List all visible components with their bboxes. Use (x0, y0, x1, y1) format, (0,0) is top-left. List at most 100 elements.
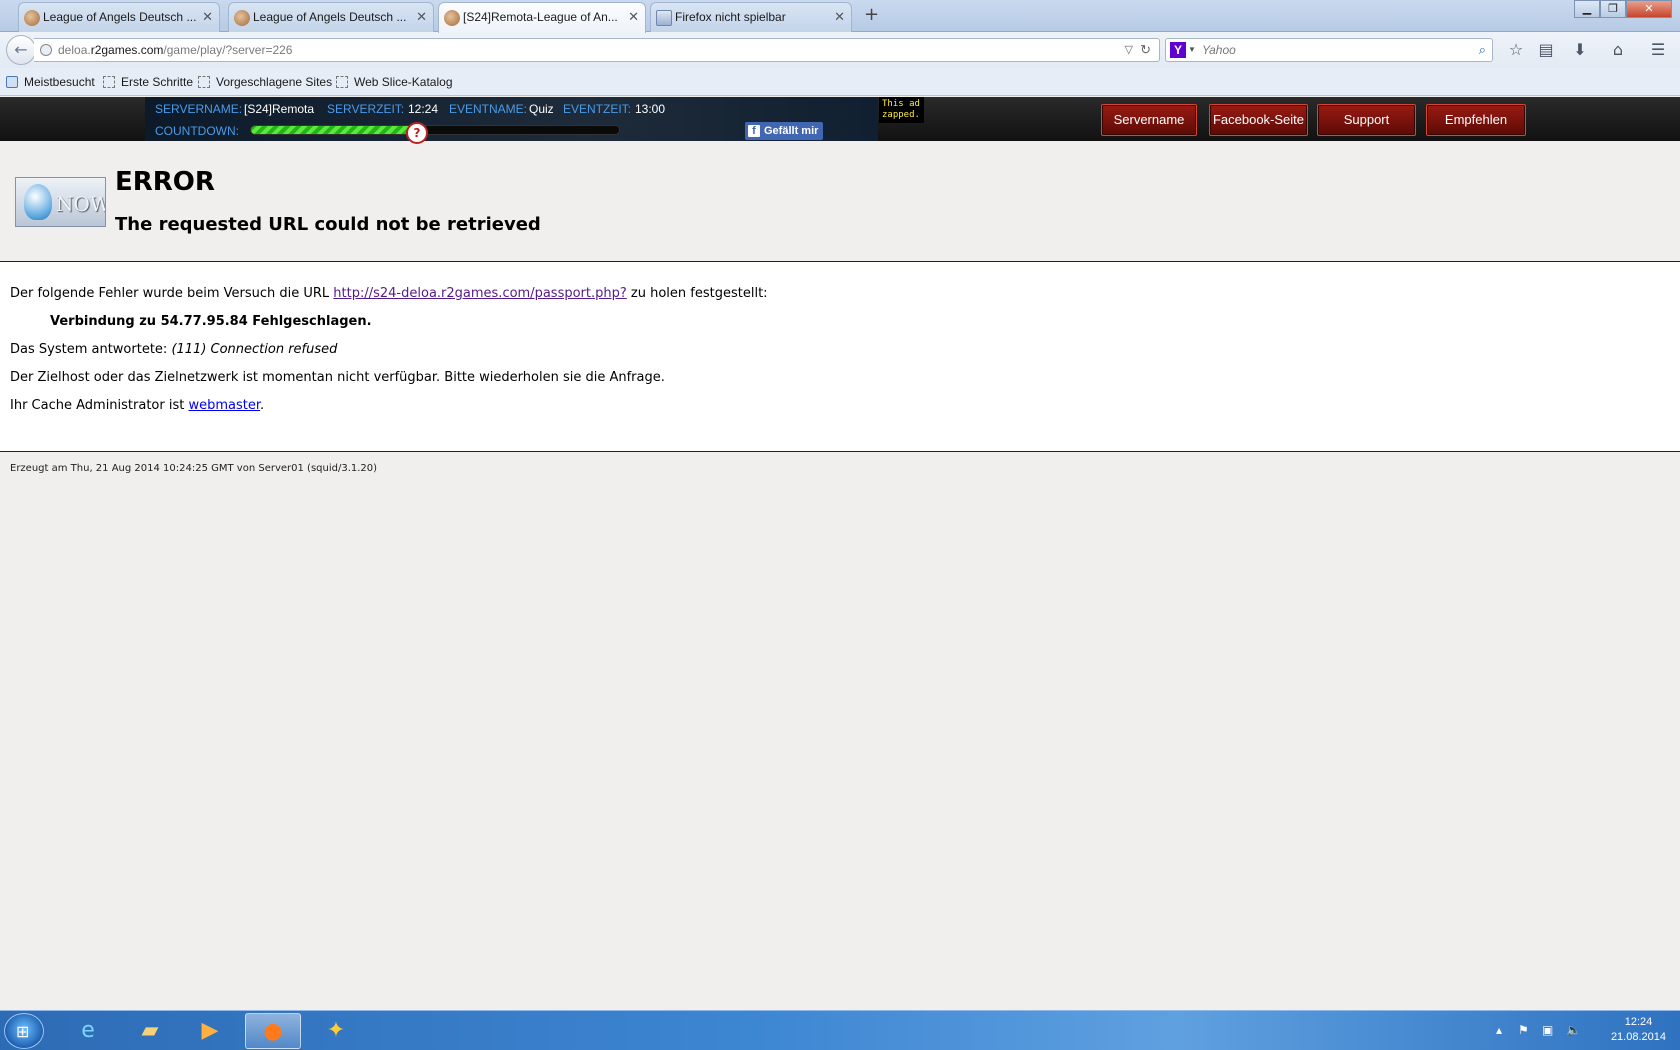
system-response-line: Das System antwortete: (111) Connection … (10, 342, 337, 357)
tab-strip: League of Angels Deutsch ... ✕ League of… (0, 0, 1680, 33)
connection-failed-message: Verbindung zu 54.77.95.84 Fehlgeschlagen… (50, 314, 372, 329)
servername-label: SERVERNAME: (155, 102, 243, 116)
system-response-prefix: Das System antwortete: (10, 342, 172, 357)
url-prefix: deloa. (58, 43, 91, 57)
search-engine-dropdown-icon[interactable]: ▼ (1188, 39, 1196, 61)
bookmark-meistbesucht[interactable]: Meistbesucht (6, 75, 95, 89)
cache-admin-prefix: Ihr Cache Administrator ist (10, 398, 189, 413)
countdown-marker-icon: ? (406, 122, 428, 144)
close-tab-icon[interactable]: ✕ (834, 3, 845, 31)
firefox-icon[interactable]: ● (245, 1013, 301, 1049)
countdown-progress-bar (250, 125, 620, 135)
site-identity-icon[interactable] (40, 44, 52, 56)
facebook-icon: f (748, 125, 760, 137)
url-dropdown-icon[interactable]: ▽ (1125, 39, 1133, 61)
countdown-progress-fill (251, 126, 413, 134)
squid-logo-now-text: NOW (56, 192, 106, 216)
windows-logo-icon: ⊞ (16, 1022, 30, 1041)
bookmark-label: Meistbesucht (24, 75, 95, 89)
bookmark-page-icon (336, 76, 348, 88)
tab-label: Firefox nicht spielbar (675, 10, 786, 24)
squid-icon (24, 184, 52, 220)
start-button[interactable]: ⊞ (4, 1013, 44, 1049)
bookmark-erste-schritte[interactable]: Erste Schritte (103, 75, 193, 89)
tab-league-of-angels-1[interactable]: League of Angels Deutsch ... ✕ (18, 2, 220, 32)
url-bar[interactable]: deloa.r2games.com/game/play/?server=226 … (34, 38, 1160, 62)
document-favicon-icon (656, 10, 672, 26)
facebook-page-button[interactable]: Facebook-Seite (1209, 104, 1308, 136)
game-favicon-icon (234, 10, 250, 26)
tab-label: [S24]Remota-League of An... (463, 10, 618, 24)
url-host: r2games.com (90, 43, 164, 57)
yahoo-icon[interactable]: Y (1170, 42, 1186, 58)
servername-value: [S24]Remota (244, 102, 315, 116)
home-icon[interactable]: ⌂ (1608, 40, 1628, 60)
internet-explorer-icon[interactable]: e (60, 1013, 116, 1049)
error-footer: Erzeugt am Thu, 21 Aug 2014 10:24:25 GMT… (10, 463, 378, 474)
game-favicon-icon (444, 10, 460, 26)
tab-firefox-nicht-spielbar[interactable]: Firefox nicht spielbar ✕ (650, 2, 852, 32)
close-window-icon[interactable]: ✕ (1626, 0, 1672, 18)
recommend-button[interactable]: Empfehlen (1426, 104, 1526, 136)
bookmark-folder-icon (6, 76, 18, 88)
game-icon[interactable]: ✦ (308, 1013, 364, 1049)
divider (0, 451, 1680, 452)
tab-league-of-angels-2[interactable]: League of Angels Deutsch ... ✕ (228, 2, 434, 32)
system-clock[interactable]: 12:24 21.08.2014 (1611, 1015, 1666, 1045)
webmaster-link[interactable]: webmaster (188, 398, 260, 413)
star-icon[interactable]: ☆ (1506, 40, 1526, 60)
bookmark-label: Web Slice-Katalog (354, 75, 453, 89)
media-player-icon[interactable]: ▶ (182, 1013, 238, 1049)
tab-label: League of Angels Deutsch ... (253, 10, 407, 24)
servername-button[interactable]: Servername (1101, 104, 1197, 136)
serverzeit-value: 12:24 (408, 102, 439, 116)
bookmark-label: Vorgeschlagene Sites (216, 75, 333, 89)
eventzeit-label: EVENTZEIT: (563, 102, 632, 116)
clock-time: 12:24 (1624, 1016, 1653, 1028)
failed-url-link[interactable]: http://s24-deloa.r2games.com/passport.ph… (333, 286, 626, 301)
cache-admin-line: Ihr Cache Administrator ist webmaster. (10, 398, 264, 413)
new-tab-icon[interactable]: + (864, 4, 879, 26)
action-center-flag-icon[interactable]: ⚑ (1518, 1023, 1529, 1037)
facebook-like-button[interactable]: f Gefällt mir (745, 122, 824, 140)
error-line-url: Der folgende Fehler wurde beim Versuch d… (10, 286, 768, 301)
bookmark-vorgeschlagene-sites[interactable]: Vorgeschlagene Sites (198, 75, 332, 89)
bookmark-page-icon (103, 76, 115, 88)
back-button[interactable]: ← (6, 35, 36, 65)
windows-taskbar: ⊞ e ▰ ▶ ● ✦ ▴ ⚑ ▣ 🔈 12:24 21.08.2014 (0, 1010, 1680, 1050)
show-hidden-icons-icon[interactable]: ▴ (1496, 1023, 1502, 1037)
minimize-icon[interactable]: ▁ (1574, 0, 1600, 18)
url-path: /game/play/?server=226 (163, 43, 293, 57)
download-icon[interactable]: ⬇ (1570, 40, 1590, 60)
eventname-value: Quiz (529, 102, 554, 116)
host-unavailable-message: Der Zielhost oder das Zielnetzwerk ist m… (10, 370, 665, 385)
facebook-like-label: Gefällt mir (764, 125, 819, 137)
reload-icon[interactable]: ↻ (1140, 39, 1151, 61)
bookmark-web-slice-katalog[interactable]: Web Slice-Katalog (336, 75, 453, 89)
maximize-icon[interactable]: ❐ (1600, 0, 1626, 18)
reading-list-icon[interactable]: ▤ (1536, 40, 1556, 60)
support-button[interactable]: Support (1317, 104, 1416, 136)
tab-s24-remota[interactable]: [S24]Remota-League of An... ✕ (438, 2, 646, 33)
file-explorer-icon[interactable]: ▰ (122, 1013, 178, 1049)
search-icon[interactable]: ⌕ (1479, 39, 1486, 61)
error-subtitle: The requested URL could not be retrieved (115, 214, 541, 235)
network-icon[interactable]: ▣ (1542, 1023, 1553, 1037)
volume-icon[interactable]: 🔈 (1566, 1023, 1581, 1037)
error-line-url-prefix: Der folgende Fehler wurde beim Versuch d… (10, 286, 334, 301)
bookmarks-toolbar: Meistbesucht Erste Schritte Vorgeschlage… (0, 68, 1680, 96)
close-tab-icon[interactable]: ✕ (202, 3, 213, 31)
menu-icon[interactable]: ☰ (1648, 40, 1668, 60)
error-line-url-suffix: zu holen festgestellt: (626, 286, 768, 301)
close-tab-icon[interactable]: ✕ (628, 3, 639, 31)
serverzeit-label: SERVERZEIT: (327, 102, 405, 116)
search-placeholder: Yahoo (1202, 43, 1236, 57)
eventzeit-value: 13:00 (635, 102, 666, 116)
search-bar[interactable]: Y ▼ Yahoo ⌕ (1165, 38, 1493, 62)
clock-date: 21.08.2014 (1610, 1031, 1666, 1043)
bookmark-label: Erste Schritte (121, 75, 194, 89)
error-title: ERROR (115, 167, 215, 197)
countdown-label: COUNTDOWN: (155, 124, 239, 138)
bookmark-page-icon (198, 76, 210, 88)
close-tab-icon[interactable]: ✕ (416, 3, 427, 31)
